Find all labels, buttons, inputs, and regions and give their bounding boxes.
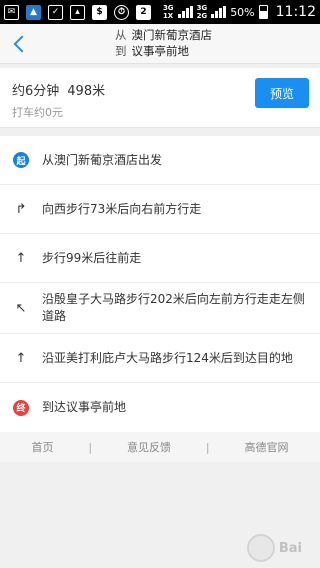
status-bar: ✉ ▲ ✓ ▴ $ ⏱ 2 3G 1X 3G 2G 50% 11:12 (0, 0, 320, 24)
step-item[interactable]: ↑ 沿亚美打利庇卢大马路步行124米后到达目的地 (0, 334, 320, 383)
route-from: 从澳门新葡京酒店 (115, 28, 212, 42)
back-button[interactable] (0, 24, 40, 64)
signal-bars-2-icon (211, 6, 227, 18)
checkbox-icon: ✓ (48, 4, 63, 20)
footer-links: 首页 | 意见反馈 | 高德官网 (0, 432, 320, 462)
step-text: 到达议事亭前地 (42, 400, 127, 414)
step-text: 步行99米后往前走 (42, 250, 142, 265)
image-icon: ▴ (70, 4, 85, 20)
notification-icon: ✉ (4, 4, 19, 20)
network-type-2: 3G 2G (196, 4, 208, 20)
battery-percent: 50% (230, 5, 255, 19)
straight-arrow-icon: ↑ (15, 350, 27, 366)
battery-icon (258, 5, 268, 19)
step-text: 沿亚美打利庇卢大马路步行124米后到达目的地 (42, 350, 293, 365)
route-stats: 约6分钟 498米 (12, 80, 105, 99)
photo-icon: ▲ (26, 4, 41, 20)
route-to: 到议事亭前地 (115, 44, 189, 58)
alarm-icon: ⏱ (114, 4, 129, 20)
route-distance: 498米 (67, 84, 106, 99)
turn-right-front-icon: ↱ (15, 201, 27, 217)
footer-separator: | (88, 440, 93, 454)
chevron-left-icon (13, 35, 31, 52)
end-icon: 终 (13, 399, 29, 416)
step-item[interactable]: ↱ 向西步行73米后向右前方行走 (0, 185, 320, 234)
signal-bars-icon (177, 6, 193, 18)
step-text: 从澳门新葡京酒店出发 (42, 152, 163, 167)
route-summary: 约6分钟 498米 打车约0元 预览 (0, 68, 320, 128)
sim-2-icon: 2 (136, 4, 151, 20)
footer-link-feedback[interactable]: 意见反馈 (127, 439, 171, 455)
step-item[interactable]: ↖ 沿殷皇子大马路步行202米后向左前方行走走左侧道路 (0, 283, 320, 334)
footer-link-home[interactable]: 首页 (31, 439, 53, 455)
step-text: 沿殷皇子大马路步行202米后向左前方行走走左侧道路 (42, 292, 305, 323)
watermark: Bai (246, 534, 302, 562)
step-list: 起 从澳门新葡京酒店出发 ↱ 向西步行73米后向右前方行走 ↑ 步行99米后往前… (0, 136, 320, 432)
route-header: 从澳门新葡京酒店 到议事亭前地 (0, 24, 320, 64)
taxi-cost: 打车约0元 (12, 106, 63, 119)
network-type-1: 3G 1X (162, 4, 174, 20)
start-icon: 起 (13, 152, 29, 168)
footer-separator: | (205, 440, 210, 454)
step-start[interactable]: 起 从澳门新葡京酒店出发 (0, 136, 320, 185)
step-end[interactable]: 终 到达议事亭前地 (0, 383, 320, 432)
turn-left-front-icon: ↖ (15, 300, 27, 316)
preview-button[interactable]: 预览 (255, 78, 309, 108)
status-time: 11:12 (275, 4, 316, 20)
step-text: 向西步行73米后向右前方行走 (42, 201, 202, 216)
baidu-logo-icon (246, 534, 275, 562)
route-duration: 约6分钟 (12, 84, 60, 99)
dollar-icon: $ (92, 4, 107, 20)
straight-arrow-icon: ↑ (15, 250, 27, 266)
footer-link-amap[interactable]: 高德官网 (245, 439, 289, 455)
step-item[interactable]: ↑ 步行99米后往前走 (0, 234, 320, 283)
route-title: 从澳门新葡京酒店 到议事亭前地 (115, 27, 212, 59)
